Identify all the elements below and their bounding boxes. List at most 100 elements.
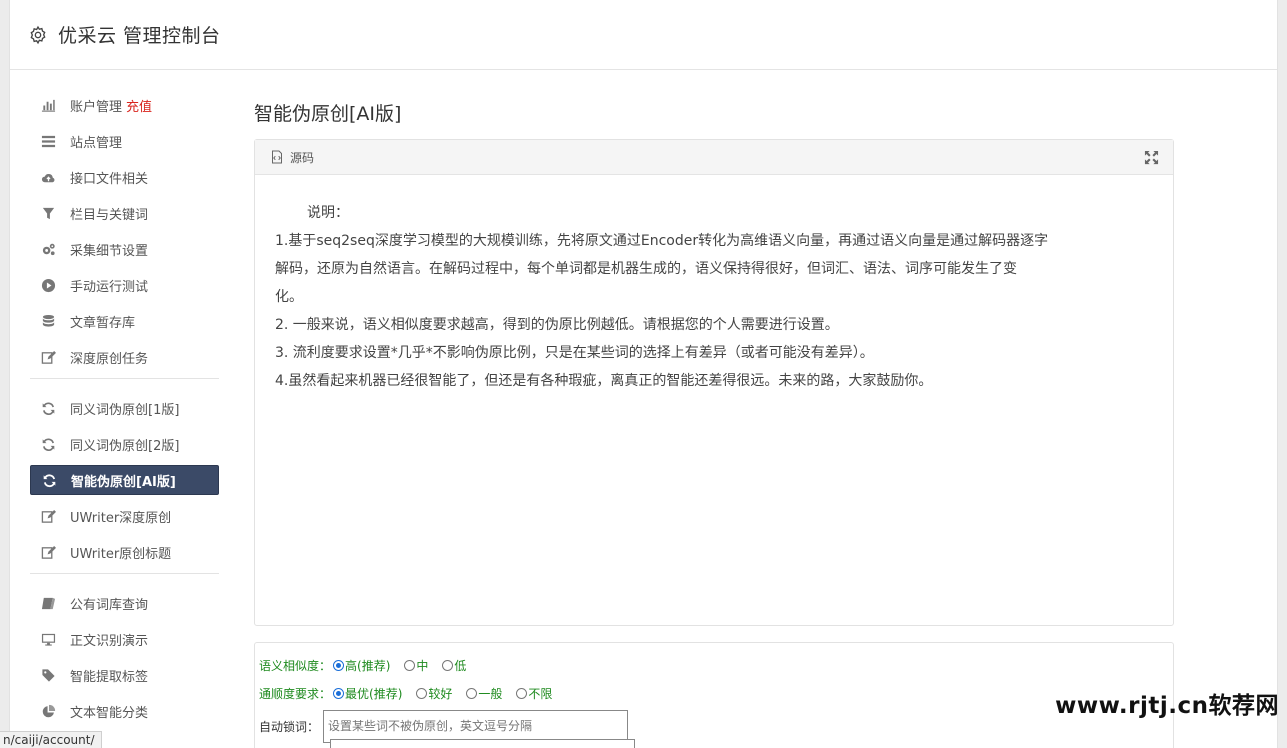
sidebar-divider	[30, 573, 219, 574]
sidebar-item-manual-run[interactable]: 手动运行测试	[30, 270, 219, 300]
fullscreen-icon[interactable]	[1144, 150, 1159, 165]
fluency-row: 通顺度要求： 最优(推荐) 较好 一般 不限	[259, 679, 1173, 707]
top-bar: 优采云 管理控制台	[10, 0, 1277, 70]
pie-chart-icon	[40, 703, 56, 719]
database-icon	[40, 313, 56, 329]
sidebar-item-label: 公有词库查询	[70, 597, 149, 613]
sidebar-item-smart-tags[interactable]: 智能提取标签	[30, 660, 219, 690]
sidebar-item-label: 深度原创任务	[70, 351, 149, 367]
gear-icon	[30, 25, 46, 44]
radio-button[interactable]	[416, 687, 428, 699]
source-code-icon	[272, 150, 282, 164]
sidebar-item-label: 同义词伪原创[2版]	[70, 438, 180, 454]
sidebar-item-text-classify[interactable]: 文本智能分类	[30, 696, 219, 726]
app-title: 优采云 管理控制台	[58, 25, 221, 47]
fluency-best-option[interactable]: 最优(推荐)	[333, 685, 402, 702]
auto-lock-label: 自动锁词：	[259, 719, 320, 734]
secondary-input[interactable]	[330, 739, 635, 748]
option-label: 低	[454, 658, 467, 673]
sidebar-item-label: 正文识别演示	[70, 633, 149, 649]
bar-chart-icon	[40, 97, 56, 113]
cloud-upload-icon	[40, 169, 56, 185]
radio-button[interactable]	[442, 659, 454, 671]
description-text: 说明： 1.基于seq2seq深度学习模型的大规模训练，先将原文通过Encode…	[255, 175, 1173, 395]
gears-icon	[40, 241, 56, 257]
radio-button[interactable]	[333, 659, 345, 671]
sidebar-item-uwriter-title[interactable]: UWriter原创标题	[30, 537, 219, 567]
play-circle-icon	[40, 277, 56, 293]
sidebar-item-synonym-v1[interactable]: 同义词伪原创[1版]	[30, 393, 219, 423]
sidebar-item-synonym-v2[interactable]: 同义词伪原创[2版]	[30, 429, 219, 459]
sidebar-divider	[30, 378, 219, 379]
option-label: 高(推荐)	[345, 658, 391, 673]
sidebar-item-label: 站点管理	[70, 135, 123, 151]
sidebar-item-sites[interactable]: 站点管理	[30, 126, 219, 156]
radio-button[interactable]	[333, 687, 345, 699]
sidebar-item-label: 采集细节设置	[70, 243, 149, 259]
sidebar-item-deep-original[interactable]: 深度原创任务	[30, 342, 219, 372]
similarity-row: 语义相似度： 高(推荐) 中 低	[259, 651, 1173, 679]
sidebar-item-ai-rewrite[interactable]: 智能伪原创[AI版]	[30, 465, 219, 495]
sidebar-item-columns-keywords[interactable]: 栏目与关键词	[30, 198, 219, 228]
status-url: n/caiji/account/	[0, 731, 102, 748]
sidebar-item-label: 文章暂存库	[70, 315, 136, 331]
page-title: 智能伪原创[AI版]	[254, 103, 402, 125]
panel-header: 源码	[255, 140, 1173, 175]
tag-icon	[40, 667, 56, 683]
description-line: 1.基于seq2seq深度学习模型的大规模训练，先将原文通过Encoder转化为…	[275, 233, 1049, 249]
main-content: 智能伪原创[AI版] 源码 说明： 1.基于seq2seq深度学习模型的大规模训…	[254, 96, 1174, 626]
sidebar-item-label: 文本智能分类	[70, 705, 149, 721]
option-label: 最优(推荐)	[345, 686, 403, 701]
similarity-high-option[interactable]: 高(推荐)	[333, 657, 390, 674]
edit-icon	[40, 544, 56, 560]
sidebar-item-label: 栏目与关键词	[70, 207, 149, 223]
description-intro: 说明：	[307, 205, 349, 221]
book-icon	[40, 595, 56, 611]
edit-icon	[40, 349, 56, 365]
refresh-icon	[40, 400, 56, 416]
sidebar-item-uwriter-deep[interactable]: UWriter深度原创	[30, 501, 219, 531]
sidebar-item-label: UWriter深度原创	[70, 510, 172, 526]
description-line: 解码，还原为自然语言。在解码过程中，每个单词都是机器生成的，语义保持得很好，但词…	[275, 261, 1017, 277]
similarity-label: 语义相似度：	[259, 658, 332, 673]
source-panel: 源码 说明： 1.基于seq2seq深度学习模型的大规模训练，先将原文通过Enc…	[254, 139, 1174, 626]
fluency-label: 通顺度要求：	[259, 686, 332, 701]
sidebar-item-public-lexicon[interactable]: 公有词库查询	[30, 588, 219, 618]
description-line: 2. 一般来说，语义相似度要求越高，得到的伪原比例越低。请根据您的个人需要进行设…	[275, 317, 839, 333]
sidebar-item-collect-settings[interactable]: 采集细节设置	[30, 234, 219, 264]
sidebar-item-text-recognition[interactable]: 正文识别演示	[30, 624, 219, 654]
recharge-link[interactable]: 充值	[126, 96, 152, 115]
similarity-medium-option[interactable]: 中	[404, 657, 428, 674]
monitor-icon	[40, 631, 56, 647]
sidebar-item-label: 同义词伪原创[1版]	[70, 402, 180, 418]
sidebar-item-label: 手动运行测试	[70, 279, 149, 295]
radio-button[interactable]	[466, 687, 478, 699]
description-line: 3. 流利度要求设置*几乎*不影响伪原比例，只是在某些词的选择上有差异（或者可能…	[275, 345, 874, 361]
option-label: 一般	[478, 686, 503, 701]
sidebar-item-article-store[interactable]: 文章暂存库	[30, 306, 219, 336]
auto-lock-row: 自动锁词：	[259, 709, 1173, 743]
watermark-text: www.rjtj.cn软荐网	[1055, 693, 1279, 719]
fluency-normal-option[interactable]: 一般	[466, 685, 502, 702]
fluency-good-option[interactable]: 较好	[416, 685, 452, 702]
radio-button[interactable]	[516, 687, 528, 699]
similarity-low-option[interactable]: 低	[442, 657, 466, 674]
fluency-any-option[interactable]: 不限	[516, 685, 552, 702]
radio-button[interactable]	[404, 659, 416, 671]
option-label: 中	[416, 658, 429, 673]
sidebar-item-label: 智能伪原创[AI版]	[71, 474, 176, 490]
page: 优采云 管理控制台 账户管理 充值 站点管理 接口文件相关 栏目与关键词 采集细…	[9, 0, 1278, 748]
sidebar-item-label: 智能提取标签	[70, 669, 149, 685]
sidebar-item-account[interactable]: 账户管理 充值	[30, 90, 219, 120]
panel-title: 源码	[290, 150, 315, 165]
refresh-icon	[41, 472, 57, 488]
refresh-icon	[40, 436, 56, 452]
option-label: 不限	[528, 686, 553, 701]
settings-form: 语义相似度： 高(推荐) 中 低 通顺度要求： 最优(推荐) 较好 一般 不限 …	[254, 642, 1174, 748]
list-icon	[40, 133, 56, 149]
auto-lock-input[interactable]	[323, 709, 629, 743]
description-line: 化。	[275, 289, 303, 305]
sidebar-item-label: 账户管理	[70, 99, 123, 115]
sidebar-item-label: UWriter原创标题	[70, 546, 172, 562]
sidebar-item-interface-files[interactable]: 接口文件相关	[30, 162, 219, 192]
